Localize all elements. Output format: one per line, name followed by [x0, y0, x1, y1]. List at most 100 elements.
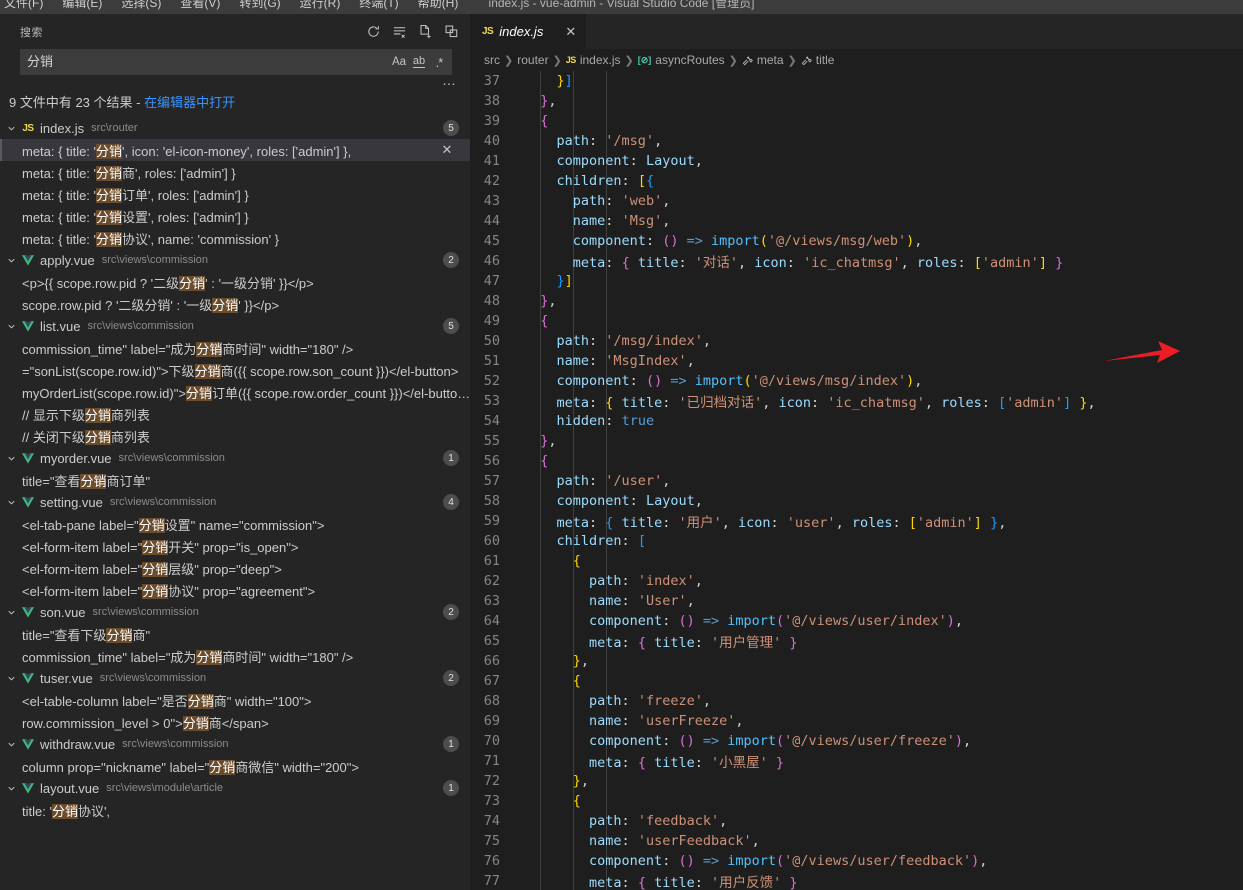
code-line[interactable]: 73 { — [470, 791, 1243, 811]
dismiss-match-icon[interactable]: ✕ — [438, 139, 456, 161]
breadcrumb-item-meta[interactable]: meta — [742, 53, 784, 67]
code-line[interactable]: 61 { — [470, 551, 1243, 571]
toggle-search-details-icon[interactable]: … — [442, 72, 457, 88]
search-match-row[interactable]: ="sonList(scope.row.id)">下级分销商({{ scope.… — [0, 359, 470, 381]
chevron-down-icon[interactable] — [3, 733, 19, 755]
search-match-row[interactable]: <el-tab-pane label="分销设置" name="commissi… — [0, 513, 470, 535]
code-line[interactable]: 41 component: Layout, — [470, 151, 1243, 171]
close-icon[interactable]: ✕ — [565, 24, 576, 40]
search-match-row[interactable]: meta: { title: '分销协议', name: 'commission… — [0, 227, 470, 249]
refresh-icon[interactable] — [362, 21, 384, 43]
chevron-down-icon[interactable] — [3, 117, 19, 139]
open-in-editor-link[interactable]: 在编辑器中打开 — [144, 95, 235, 110]
view-as-tree-icon[interactable] — [440, 21, 462, 43]
match-whole-word-icon[interactable]: ab — [409, 52, 429, 72]
search-file-row[interactable]: myorder.vue src\views\commission 1 — [0, 447, 470, 469]
search-match-row[interactable]: meta: { title: '分销设置', roles: ['admin'] … — [0, 205, 470, 227]
code-line[interactable]: 54 hidden: true — [470, 411, 1243, 431]
breadcrumb[interactable]: src ❯ router ❯ JS index.js ❯ [⊘] asyncRoutes ❯ met… — [470, 49, 1243, 71]
breadcrumb-item-asyncRoutes[interactable]: [⊘] asyncRoutes — [638, 53, 725, 67]
code-line[interactable]: 40 path: '/msg', — [470, 131, 1243, 151]
search-match-row[interactable]: commission_time" label="成为分销商时间" width="… — [0, 337, 470, 359]
search-match-row[interactable]: // 关闭下级分销商列表 — [0, 425, 470, 447]
search-input-value[interactable]: 分销 — [27, 49, 389, 75]
code-line[interactable]: 38 }, — [470, 91, 1243, 111]
search-input[interactable]: 分销 Aa ab .* — [20, 49, 452, 75]
code-line[interactable]: 70 component: () => import('@/views/user… — [470, 731, 1243, 751]
code-line[interactable]: 65 meta: { title: '用户管理' } — [470, 631, 1243, 651]
breadcrumb-item-index.js[interactable]: JS index.js — [566, 53, 621, 67]
code-line[interactable]: 72 }, — [470, 771, 1243, 791]
breadcrumb-item-title[interactable]: title — [801, 53, 834, 67]
search-results-tree[interactable]: JS index.js src\router 5 meta: { title: '分销'… — [0, 117, 470, 890]
search-file-row[interactable]: layout.vue src\views\module\article 1 — [0, 777, 470, 799]
search-match-row[interactable]: meta: { title: '分销商', roles: ['admin'] } — [0, 161, 470, 183]
chevron-down-icon[interactable] — [3, 447, 19, 469]
editor-vertical-scrollbar[interactable] — [1229, 71, 1243, 890]
search-match-row[interactable]: <el-form-item label="分销开关" prop="is_open… — [0, 535, 470, 557]
breadcrumb-item-src[interactable]: src — [484, 53, 500, 67]
code-line[interactable]: 63 name: 'User', — [470, 591, 1243, 611]
search-file-row[interactable]: tuser.vue src\views\commission 2 — [0, 667, 470, 689]
search-match-row[interactable]: column prop="nickname" label="分销商微信" wid… — [0, 755, 470, 777]
code-line[interactable]: 51 name: 'MsgIndex', — [470, 351, 1243, 371]
code-line[interactable]: 71 meta: { title: '小黑屋' } — [470, 751, 1243, 771]
search-match-row[interactable]: meta: { title: '分销', icon: 'el-icon-mone… — [0, 139, 470, 161]
code-line[interactable]: 52 component: () => import('@/views/msg/… — [470, 371, 1243, 391]
code-line[interactable]: 58 component: Layout, — [470, 491, 1243, 511]
code-line[interactable]: 77 meta: { title: '用户反馈' } — [470, 871, 1243, 890]
chevron-down-icon[interactable] — [3, 249, 19, 271]
code-line[interactable]: 60 children: [ — [470, 531, 1243, 551]
search-match-row[interactable]: myOrderList(scope.row.id)">分销订单({{ scope… — [0, 381, 470, 403]
search-match-row[interactable]: <el-form-item label="分销协议" prop="agreeme… — [0, 579, 470, 601]
chevron-down-icon[interactable] — [3, 491, 19, 513]
match-case-icon[interactable]: Aa — [389, 52, 409, 72]
search-match-row[interactable]: scope.row.pid ? '二级分销' : '一级分销' }}</p> — [0, 293, 470, 315]
code-line[interactable]: 49 { — [470, 311, 1243, 331]
search-match-row[interactable]: // 显示下级分销商列表 — [0, 403, 470, 425]
code-line[interactable]: 53 meta: { title: '已归档对话', icon: 'ic_cha… — [470, 391, 1243, 411]
use-regex-icon[interactable]: .* — [429, 52, 449, 72]
chevron-down-icon[interactable] — [3, 777, 19, 799]
code-line[interactable]: 37 }] — [470, 71, 1243, 91]
new-search-editor-icon[interactable] — [414, 21, 436, 43]
code-line[interactable]: 57 path: '/user', — [470, 471, 1243, 491]
code-line[interactable]: 69 name: 'userFreeze', — [470, 711, 1243, 731]
code-lines[interactable]: 37 }] 38 }, 39 {40 path: '/msg', 41 compone… — [470, 71, 1243, 890]
code-line[interactable]: 45 component: () => import('@/views/msg/… — [470, 231, 1243, 251]
tab-index-js[interactable]: JS index.js ✕ — [470, 14, 588, 49]
search-match-row[interactable]: row.commission_level > 0">分销商</span> — [0, 711, 470, 733]
chevron-down-icon[interactable] — [3, 315, 19, 337]
code-line[interactable]: 59 meta: { title: '用户', icon: 'user', ro… — [470, 511, 1243, 531]
search-file-row[interactable]: apply.vue src\views\commission 2 — [0, 249, 470, 271]
search-match-row[interactable]: title="查看分销商订单" — [0, 469, 470, 491]
code-line[interactable]: 62 path: 'index', — [470, 571, 1243, 591]
code-line[interactable]: 47 }] — [470, 271, 1243, 291]
code-line[interactable]: 66 }, — [470, 651, 1243, 671]
search-match-row[interactable]: <el-form-item label="分销层级" prop="deep"> — [0, 557, 470, 579]
code-line[interactable]: 64 component: () => import('@/views/user… — [470, 611, 1243, 631]
search-match-row[interactable]: <el-table-column label="是否分销商" width="10… — [0, 689, 470, 711]
search-match-row[interactable]: title: '分销协议', — [0, 799, 470, 821]
code-line[interactable]: 42 children: [{ — [470, 171, 1243, 191]
search-match-row[interactable]: <p>{{ scope.row.pid ? '二级分销' : '一级分销' }}… — [0, 271, 470, 293]
code-line[interactable]: 68 path: 'freeze', — [470, 691, 1243, 711]
breadcrumb-item-router[interactable]: router — [517, 53, 548, 67]
search-file-row[interactable]: withdraw.vue src\views\commission 1 — [0, 733, 470, 755]
code-line[interactable]: 39 { — [470, 111, 1243, 131]
search-file-row[interactable]: list.vue src\views\commission 5 — [0, 315, 470, 337]
code-editor[interactable]: 37 }] 38 }, 39 {40 path: '/msg', 41 compone… — [470, 71, 1243, 890]
code-line[interactable]: 50 path: '/msg/index', — [470, 331, 1243, 351]
code-line[interactable]: 75 name: 'userFeedback', — [470, 831, 1243, 851]
code-line[interactable]: 76 component: () => import('@/views/user… — [470, 851, 1243, 871]
search-match-row[interactable]: title="查看下级分销商" — [0, 623, 470, 645]
code-line[interactable]: 67 { — [470, 671, 1243, 691]
search-file-row[interactable]: setting.vue src\views\commission 4 — [0, 491, 470, 513]
code-line[interactable]: 43 path: 'web', — [470, 191, 1243, 211]
code-line[interactable]: 55 }, — [470, 431, 1243, 451]
code-line[interactable]: 48 }, — [470, 291, 1243, 311]
search-match-row[interactable]: commission_time" label="成为分销商时间" width="… — [0, 645, 470, 667]
code-line[interactable]: 46 meta: { title: '对话', icon: 'ic_chatms… — [470, 251, 1243, 271]
clear-all-icon[interactable] — [388, 21, 410, 43]
search-match-row[interactable]: meta: { title: '分销订单', roles: ['admin'] … — [0, 183, 470, 205]
